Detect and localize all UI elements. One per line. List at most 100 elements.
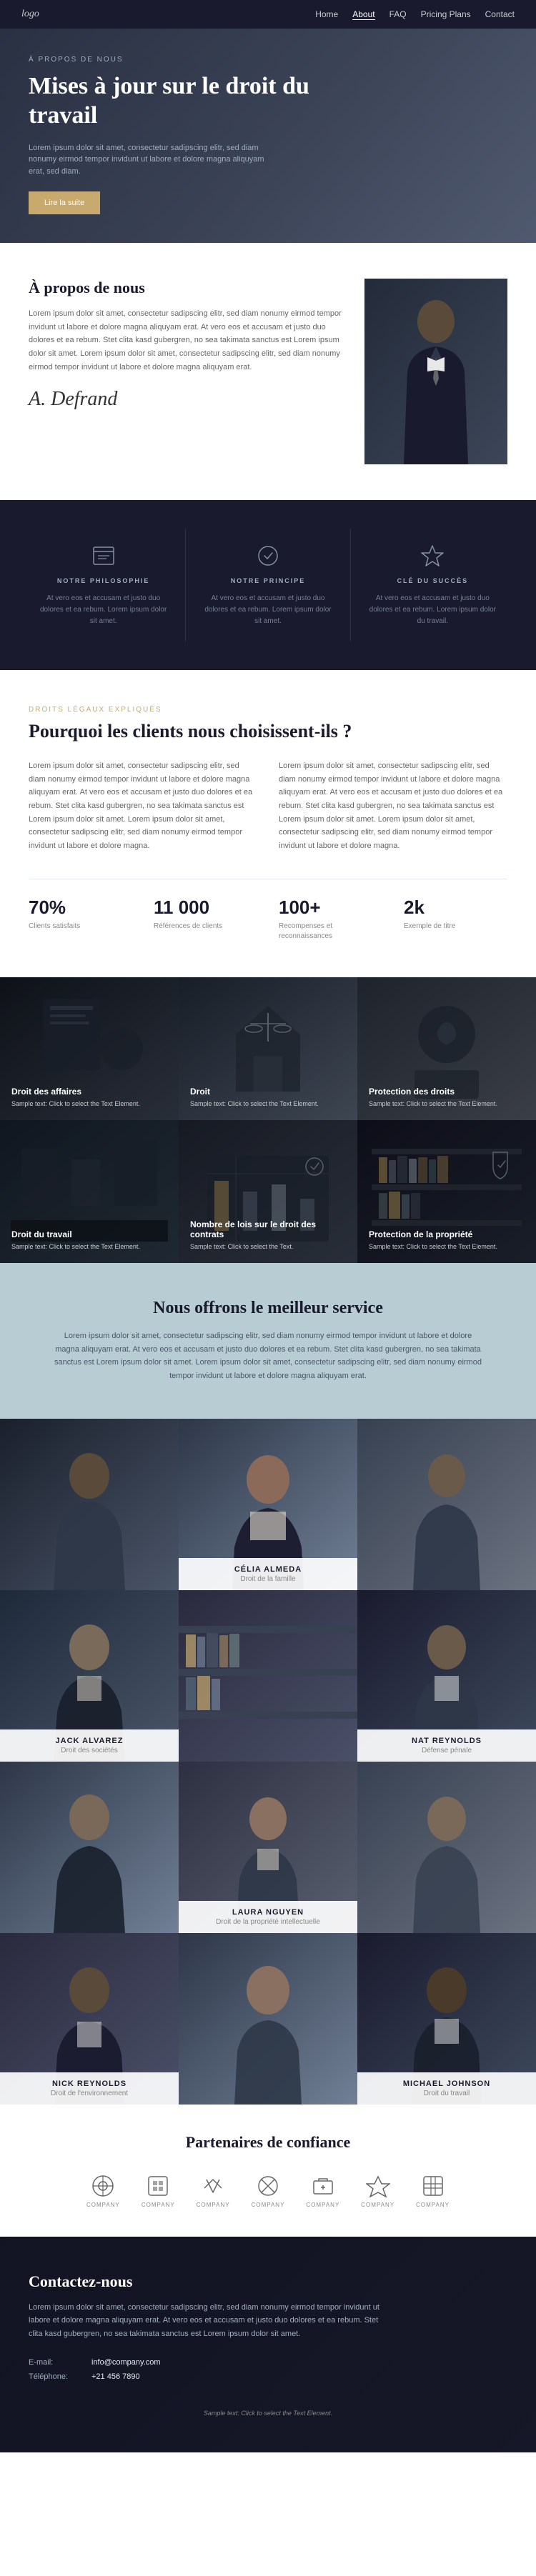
team-cell-left-top (0, 1419, 179, 1590)
best-service-heading: Nous offrons le meilleur service (29, 1299, 507, 1318)
nav-about[interactable]: About (352, 9, 374, 20)
logo: logo (21, 9, 39, 20)
partners-logos: COMPANY COMPANY COMPANY (29, 2173, 507, 2208)
partner-4: COMPANY (306, 2173, 339, 2208)
philosophy-icon-2 (255, 543, 281, 569)
service-sample-0: Sample text: Click to select the Text El… (11, 1099, 167, 1109)
best-service-section: Nous offrons le meilleur service Lorem i… (0, 1263, 536, 1419)
team-name-celia: CÉLIA ALMEDA (189, 1565, 347, 1574)
stat-label-0: Clients satisfaits (29, 922, 132, 932)
service-sample-3: Sample text: Click to select the Text El… (11, 1242, 167, 1252)
service-overlay-0: Droit des affaires Sample text: Click to… (0, 977, 179, 1120)
nav-faq[interactable]: FAQ (389, 9, 407, 20)
partner-name-1: COMPANY (142, 2202, 175, 2208)
philosophy-col-3: CLÉ DU SUCCÈS At vero eos et accusam et … (351, 529, 515, 641)
philosophy-section: NOTRE PHILOSOPHIE At vero eos et accusam… (0, 500, 536, 670)
philosophy-text-1: At vero eos et accusam et justo duo dolo… (36, 593, 171, 627)
partner-0: COMPANY (86, 2173, 120, 2208)
team-name-laura: LAURA NGUYEN (189, 1908, 347, 1917)
team-role-celia: Droit de la famille (189, 1575, 347, 1583)
service-card-5[interactable]: Protection de la propriété Sample text: … (357, 1120, 536, 1263)
why-section: DROITS LÉGAUX EXPLIQUÉS Pourquoi les cli… (0, 670, 536, 977)
about-image (364, 279, 507, 464)
philosophy-icon-3 (420, 543, 445, 569)
partner-svg-2 (201, 2174, 225, 2198)
stat-2: 100+ Recompenses et reconnaissances (279, 897, 382, 942)
about-text-block: À propos de nous Lorem ipsum dolor sit a… (29, 279, 343, 464)
nav-links: Home About FAQ Pricing Plans Contact (315, 9, 515, 20)
team-cell-celia: CÉLIA ALMEDA Droit de la famille (179, 1419, 357, 1590)
hero-section: À PROPOS DE NOUS Mises à jour sur le dro… (0, 29, 536, 243)
team-cell-nick: NICK REYNOLDS Droit de l'environnement (0, 1933, 179, 2105)
service-card-1[interactable]: Droit Sample text: Click to select the T… (179, 977, 357, 1120)
best-service-text: Lorem ipsum dolor sit amet, consectetur … (54, 1329, 482, 1383)
why-heading: Pourquoi les clients nous choisissent-il… (29, 721, 386, 742)
team-name-nat: NAT REYNOLDS (367, 1737, 526, 1745)
service-card-4[interactable]: Nombre de lois sur le droit des contrats… (179, 1120, 357, 1263)
philosophy-label-2: NOTRE PRINCIPE (200, 577, 335, 584)
nav-home[interactable]: Home (315, 9, 338, 20)
partner-icon-0 (90, 2173, 116, 2199)
about-person-svg (364, 279, 507, 464)
about-paragraph: Lorem ipsum dolor sit amet, consectetur … (29, 307, 343, 374)
service-sample-4: Sample text: Click to select the Text. (190, 1242, 346, 1252)
philosophy-svg-1 (91, 543, 116, 569)
philosophy-text-3: At vero eos et accusam et justo duo dolo… (365, 593, 500, 627)
team-name-michael: MICHAEL JOHNSON (367, 2080, 526, 2088)
team-section: CÉLIA ALMEDA Droit de la famille (0, 1419, 536, 2105)
team-cell-center-bot (179, 1933, 357, 2105)
navigation: logo Home About FAQ Pricing Plans Contac… (0, 0, 536, 29)
team-row-3: LAURA NGUYEN Droit de la propriété intel… (0, 1762, 536, 1933)
partner-svg-3 (256, 2174, 280, 2198)
service-sample-5: Sample text: Click to select the Text El… (369, 1242, 525, 1252)
nav-pricing[interactable]: Pricing Plans (421, 9, 471, 20)
stat-number-0: 70% (29, 897, 132, 919)
partner-5: COMPANY (361, 2173, 394, 2208)
team-name-jack: JACK ALVAREZ (10, 1737, 169, 1745)
services-grid: Droit des affaires Sample text: Click to… (0, 977, 536, 1263)
hero-label: À PROPOS DE NOUS (29, 56, 507, 64)
partner-icon-5 (365, 2173, 391, 2199)
contact-info: E-mail: info@company.com Téléphone: +21 … (29, 2358, 507, 2381)
hero-cta-button[interactable]: Lire la suite (29, 191, 100, 214)
contact-email-row: E-mail: info@company.com (29, 2358, 507, 2367)
contact-phone-value: +21 456 7890 (91, 2372, 140, 2381)
service-card-3[interactable]: Droit du travail Sample text: Click to s… (0, 1120, 179, 1263)
team-role-nick: Droit de l'environnement (10, 2090, 169, 2097)
partner-svg-6 (421, 2174, 445, 2198)
team-cell-jack: JACK ALVAREZ Droit des sociétés (0, 1590, 179, 1762)
philosophy-col-2: NOTRE PRINCIPE At vero eos et accusam et… (186, 529, 350, 641)
team-cell-center-mid (179, 1590, 357, 1762)
partner-icon-1 (145, 2173, 171, 2199)
partners-heading: Partenaires de confiance (29, 2133, 507, 2152)
about-heading: À propos de nous (29, 279, 343, 297)
stat-label-2: Recompenses et reconnaissances (279, 922, 382, 942)
philosophy-svg-3 (420, 543, 445, 569)
partner-icon-4 (310, 2173, 336, 2199)
philosophy-label-1: NOTRE PHILOSOPHIE (36, 577, 171, 584)
philosophy-label-3: CLÉ DU SUCCÈS (365, 577, 500, 584)
partners-section: Partenaires de confiance COMPANY (0, 2105, 536, 2237)
hero-description: Lorem ipsum dolor sit amet, consectetur … (29, 142, 279, 178)
team-row-4: NICK REYNOLDS Droit de l'environnement (0, 1933, 536, 2105)
nav-contact[interactable]: Contact (485, 9, 515, 20)
partner-name-5: COMPANY (361, 2202, 394, 2208)
signature: A. Defrand (29, 388, 343, 411)
about-image-inner (364, 279, 507, 464)
partner-svg-0 (91, 2174, 115, 2198)
partner-icon-3 (255, 2173, 281, 2199)
team-row-2: JACK ALVAREZ Droit des sociétés (0, 1590, 536, 1762)
service-card-0[interactable]: Droit des affaires Sample text: Click to… (0, 977, 179, 1120)
about-section: À propos de nous Lorem ipsum dolor sit a… (0, 243, 536, 500)
center-mid-svg (179, 1590, 357, 1762)
hero-title: Mises à jour sur le droit du travail (29, 72, 314, 131)
stats-row: 70% Clients satisfaits 11 000 Références… (29, 879, 507, 942)
team-role-michael: Droit du travail (367, 2090, 526, 2097)
team-cell-right-mid (357, 1762, 536, 1933)
team-info-nick: NICK REYNOLDS Droit de l'environnement (0, 2072, 179, 2105)
partner-3: COMPANY (252, 2173, 285, 2208)
service-sample-1: Sample text: Click to select the Text El… (190, 1099, 346, 1109)
service-card-2[interactable]: Protection des droits Sample text: Click… (357, 977, 536, 1120)
partner-svg-4 (311, 2174, 335, 2198)
service-overlay-2: Protection des droits Sample text: Click… (357, 977, 536, 1120)
